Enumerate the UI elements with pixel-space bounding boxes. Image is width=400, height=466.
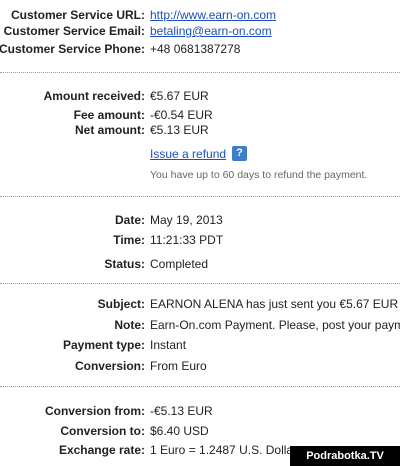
subject-row: Subject: EARNON ALENA has just sent you … — [0, 295, 400, 313]
payment-type-label: Payment type: — [62, 338, 145, 352]
issue-refund-link[interactable]: Issue a refund — [150, 146, 226, 162]
divider — [0, 72, 400, 73]
payment-type-value: Instant — [150, 338, 187, 352]
divider — [0, 386, 400, 387]
net-amount-label: Net amount: — [75, 123, 145, 137]
conversion-from-label: Conversion from: — [44, 404, 145, 418]
divider — [0, 196, 400, 197]
conversion-value: From Euro — [150, 359, 207, 373]
customer-service-email-label: Customer Service Email: — [3, 24, 145, 38]
divider — [0, 283, 400, 284]
conversion-from-value: -€5.13 EUR — [150, 404, 213, 418]
refund-note: You have up to 60 days to refund the pay… — [150, 169, 368, 181]
net-amount-value: €5.13 EUR — [150, 123, 209, 137]
amount-received-value: €5.67 EUR — [150, 89, 209, 103]
payment-type-row: Payment type: Instant — [0, 336, 400, 354]
status-row: Status: Completed — [0, 255, 400, 273]
note-value: Earn-On.com Payment. Please, post your p… — [150, 318, 400, 332]
conversion-row: Conversion: From Euro — [0, 357, 400, 375]
customer-service-phone-row: Customer Service Phone: +48 0681387278 — [0, 40, 400, 58]
date-value: May 19, 2013 — [150, 213, 223, 227]
time-row: Time: 11:21:33 PDT — [0, 231, 400, 249]
status-value: Completed — [150, 257, 209, 271]
conversion-to-label: Conversion to: — [60, 424, 145, 438]
customer-service-email-link[interactable]: betaling@earn-on.com — [150, 22, 400, 40]
time-label: Time: — [113, 233, 145, 247]
help-icon[interactable]: ? — [232, 146, 247, 161]
exchange-rate-label: Exchange rate: — [58, 443, 145, 457]
note-row: Note: Earn-On.com Payment. Please, post … — [0, 316, 400, 334]
conversion-from-row: Conversion from: -€5.13 EUR — [0, 402, 400, 420]
note-label: Note: — [114, 318, 145, 332]
subject-value: EARNON ALENA has just sent you €5.67 EUR — [150, 297, 399, 311]
amount-received-row: Amount received: €5.67 EUR — [0, 87, 400, 105]
amount-received-label: Amount received: — [43, 89, 145, 103]
subject-label: Subject: — [97, 297, 145, 311]
date-label: Date: — [114, 213, 145, 227]
customer-service-phone-value: +48 0681387278 — [150, 42, 241, 56]
watermark: Podrabotka.TV — [290, 446, 400, 466]
customer-service-email-row: Customer Service Email: betaling@earn-on… — [0, 22, 400, 40]
time-value: 11:21:33 PDT — [150, 233, 224, 247]
conversion-to-value: $6.40 USD — [150, 424, 209, 438]
conversion-label: Conversion: — [74, 359, 145, 373]
status-label: Status: — [104, 257, 145, 271]
date-row: Date: May 19, 2013 — [0, 211, 400, 229]
net-amount-row: Net amount: €5.13 EUR — [0, 121, 400, 139]
conversion-to-row: Conversion to: $6.40 USD — [0, 422, 400, 440]
customer-service-phone-label: Customer Service Phone: — [0, 42, 145, 56]
